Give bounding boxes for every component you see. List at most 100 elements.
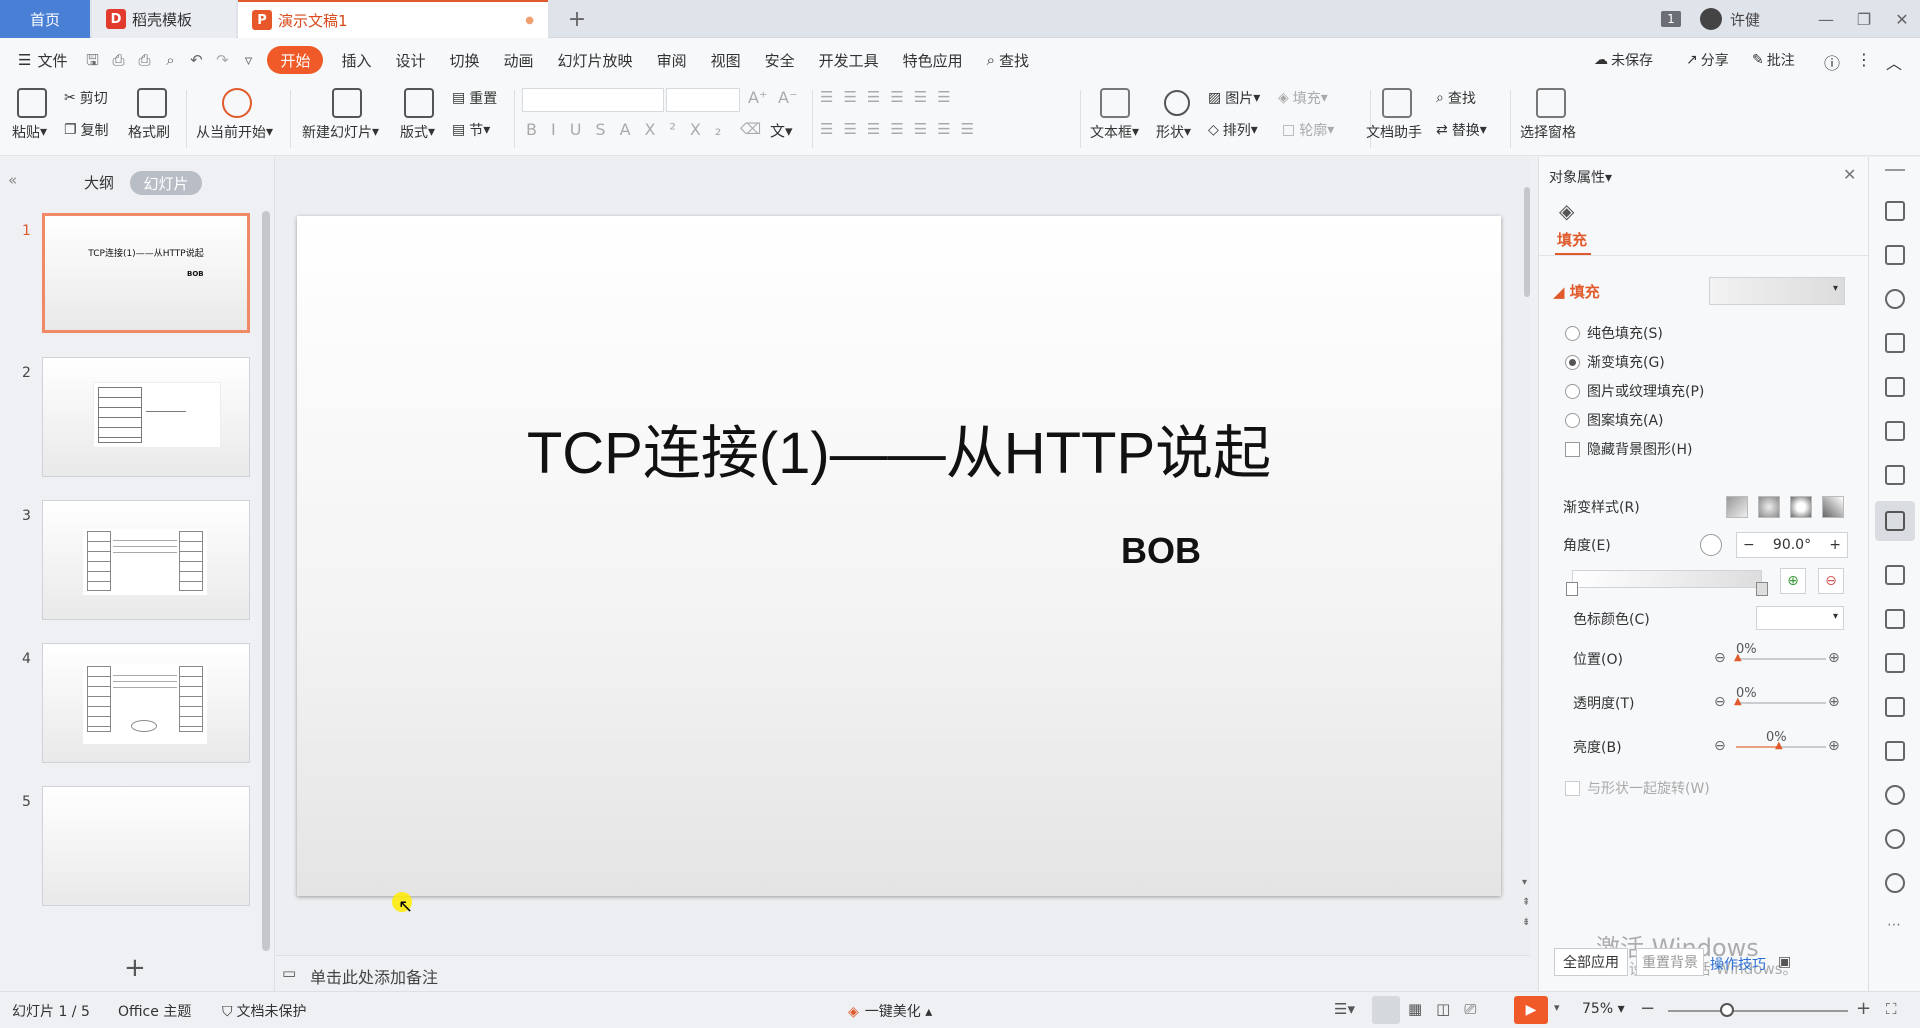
- export-icon[interactable]: ⎙: [110, 52, 126, 68]
- current-slide[interactable]: TCP连接(1)——从HTTP说起 BOB: [297, 216, 1501, 896]
- save-icon[interactable]: 🖫: [84, 52, 100, 68]
- solid-fill-option[interactable]: 纯色填充(S): [1565, 323, 1663, 343]
- add-stop-icon[interactable]: ⊕: [1780, 568, 1806, 594]
- sidebar-style-icon[interactable]: [1885, 201, 1905, 221]
- new-slide-button[interactable]: 新建幻灯片 ▾: [302, 122, 379, 142]
- zoom-slider-thumb[interactable]: [1720, 1003, 1734, 1017]
- sidebar-audio-icon[interactable]: [1885, 741, 1905, 761]
- delete-stop-icon[interactable]: ⊖: [1818, 568, 1844, 594]
- position-increase-icon[interactable]: ⊕: [1828, 650, 1840, 666]
- user-account[interactable]: 许健: [1700, 0, 1790, 38]
- doc-assistant-button[interactable]: 文档助手: [1366, 122, 1422, 142]
- stop-color-dropdown[interactable]: ▾: [1756, 606, 1844, 630]
- collapse-panel-icon[interactable]: «: [8, 171, 17, 189]
- beautify-button[interactable]: ◈ 一键美化 ▴: [848, 1001, 932, 1021]
- brightness-thumb[interactable]: ▲: [1775, 740, 1783, 751]
- clear-format-icon[interactable]: ⌫: [740, 120, 761, 138]
- pattern-fill-option[interactable]: 图案填充(A): [1565, 410, 1664, 430]
- protection-status[interactable]: ⛉ 文档未保护: [222, 1001, 307, 1021]
- transparency-decrease-icon[interactable]: ⊖: [1714, 694, 1726, 710]
- position-slider[interactable]: [1736, 658, 1826, 660]
- window-count-badge[interactable]: 1: [1656, 0, 1686, 38]
- help-icon[interactable]: ⓘ: [1824, 50, 1840, 74]
- find-button[interactable]: ⌕ 查找: [1436, 88, 1476, 108]
- transparency-slider[interactable]: [1736, 702, 1826, 704]
- minimize-icon[interactable]: —: [1808, 0, 1844, 38]
- menu-transition[interactable]: 切换: [438, 46, 492, 74]
- slide-title[interactable]: TCP连接(1)——从HTTP说起: [297, 406, 1501, 490]
- new-tab-button[interactable]: +: [560, 0, 594, 38]
- sidebar-properties-active[interactable]: [1875, 501, 1915, 541]
- zoom-in-icon[interactable]: +: [1856, 998, 1871, 1019]
- close-icon[interactable]: ✕: [1884, 0, 1920, 38]
- cut-button[interactable]: ✂ 剪切: [64, 88, 108, 108]
- file-menu[interactable]: ☰ 文件: [0, 46, 79, 74]
- decrease-font-icon[interactable]: A⁻: [778, 88, 797, 107]
- normal-view-icon[interactable]: [1372, 996, 1400, 1024]
- slide-thumbnail-5[interactable]: [42, 786, 250, 906]
- undo-icon[interactable]: ↶: [188, 52, 204, 68]
- sidebar-shape-icon[interactable]: [1885, 289, 1905, 309]
- slide-thumbnail-4[interactable]: [42, 643, 250, 763]
- copy-button[interactable]: ❐ 复制: [64, 120, 109, 140]
- picture-button[interactable]: ▨ 图片 ▾: [1208, 88, 1260, 108]
- menu-special[interactable]: 特色应用: [891, 46, 975, 74]
- slides-tab[interactable]: 幻灯片: [130, 171, 202, 195]
- thumbnail-scrollbar[interactable]: [262, 211, 270, 951]
- sidebar-help-icon[interactable]: [1885, 873, 1905, 893]
- sidebar-share-icon[interactable]: [1885, 609, 1905, 629]
- position-decrease-icon[interactable]: ⊖: [1714, 650, 1726, 666]
- shape-button[interactable]: 形状 ▾: [1156, 122, 1191, 142]
- gradient-stop-right[interactable]: [1756, 582, 1768, 596]
- notes-bar[interactable]: ▭ 单击此处添加备注: [276, 955, 1530, 991]
- more-icon[interactable]: ⋮: [1856, 50, 1872, 69]
- gradient-bar[interactable]: [1572, 570, 1762, 588]
- section-button[interactable]: ▤ 节 ▾: [452, 120, 490, 140]
- comment-button[interactable]: ✎ 批注: [1752, 50, 1795, 70]
- fit-window-icon[interactable]: ⛶: [1886, 1000, 1897, 1018]
- panel-close-icon[interactable]: ✕: [1843, 165, 1856, 184]
- sidebar-download-icon[interactable]: [1885, 785, 1905, 805]
- view-mode-icons[interactable]: ▦◫⎚: [1408, 1000, 1490, 1018]
- format-painter-button[interactable]: 格式刷: [128, 122, 170, 142]
- sidebar-image-icon[interactable]: [1885, 697, 1905, 717]
- tips-link[interactable]: 操作技巧: [1710, 954, 1766, 974]
- from-current-button[interactable]: 从当前开始 ▾: [196, 122, 273, 142]
- hide-background-checkbox[interactable]: 隐藏背景图形(H): [1565, 439, 1692, 459]
- menu-animation[interactable]: 动画: [492, 46, 546, 74]
- list-indent-icons[interactable]: ☰☰☰☰☰☰: [820, 88, 961, 106]
- menu-review[interactable]: 审阅: [645, 46, 699, 74]
- sidebar-picture-icon[interactable]: [1885, 565, 1905, 585]
- angle-dial[interactable]: [1700, 534, 1722, 556]
- menu-security[interactable]: 安全: [753, 46, 807, 74]
- zoom-level[interactable]: 75% ▾: [1582, 1001, 1625, 1017]
- customize-icon[interactable]: ▿: [240, 52, 256, 68]
- angle-decrease-icon[interactable]: −: [1743, 537, 1755, 553]
- unsaved-status[interactable]: ☁ 未保存: [1594, 50, 1653, 70]
- transparency-increase-icon[interactable]: ⊕: [1828, 694, 1840, 710]
- slideshow-dropdown-icon[interactable]: ▾: [1554, 1001, 1560, 1014]
- increase-font-icon[interactable]: A⁺: [748, 88, 767, 107]
- transparency-thumb[interactable]: ▲: [1734, 696, 1742, 707]
- sidebar-fill-icon[interactable]: [1885, 333, 1905, 353]
- menu-home[interactable]: 开始: [267, 46, 324, 74]
- font-name-select[interactable]: [522, 88, 664, 112]
- position-thumb[interactable]: ▲: [1734, 652, 1742, 663]
- radial-gradient-style[interactable]: [1758, 496, 1780, 518]
- zoom-out-icon[interactable]: −: [1640, 998, 1655, 1019]
- zoom-slider[interactable]: [1668, 1010, 1848, 1012]
- angle-increase-icon[interactable]: +: [1829, 537, 1841, 553]
- menu-view[interactable]: 视图: [699, 46, 753, 74]
- menu-developer[interactable]: 开发工具: [807, 46, 891, 74]
- slide-thumbnail-2[interactable]: [42, 357, 250, 477]
- fill-tab[interactable]: 填充: [1557, 229, 1587, 250]
- selection-pane-button[interactable]: 选择窗格: [1520, 122, 1576, 142]
- menu-search[interactable]: ⌕ 查找: [975, 46, 1041, 74]
- fill-button[interactable]: ◈ 填充 ▾: [1278, 88, 1328, 108]
- tab-presentation[interactable]: P 演示文稿1 ●: [238, 0, 548, 38]
- apply-all-button[interactable]: 全部应用: [1554, 948, 1628, 976]
- reset-button[interactable]: ▤ 重置: [452, 88, 497, 108]
- notes-placeholder[interactable]: 单击此处添加备注: [310, 964, 438, 988]
- outline-button[interactable]: □ 轮廓 ▾: [1282, 120, 1334, 140]
- picture-fill-option[interactable]: 图片或纹理填充(P): [1565, 381, 1704, 401]
